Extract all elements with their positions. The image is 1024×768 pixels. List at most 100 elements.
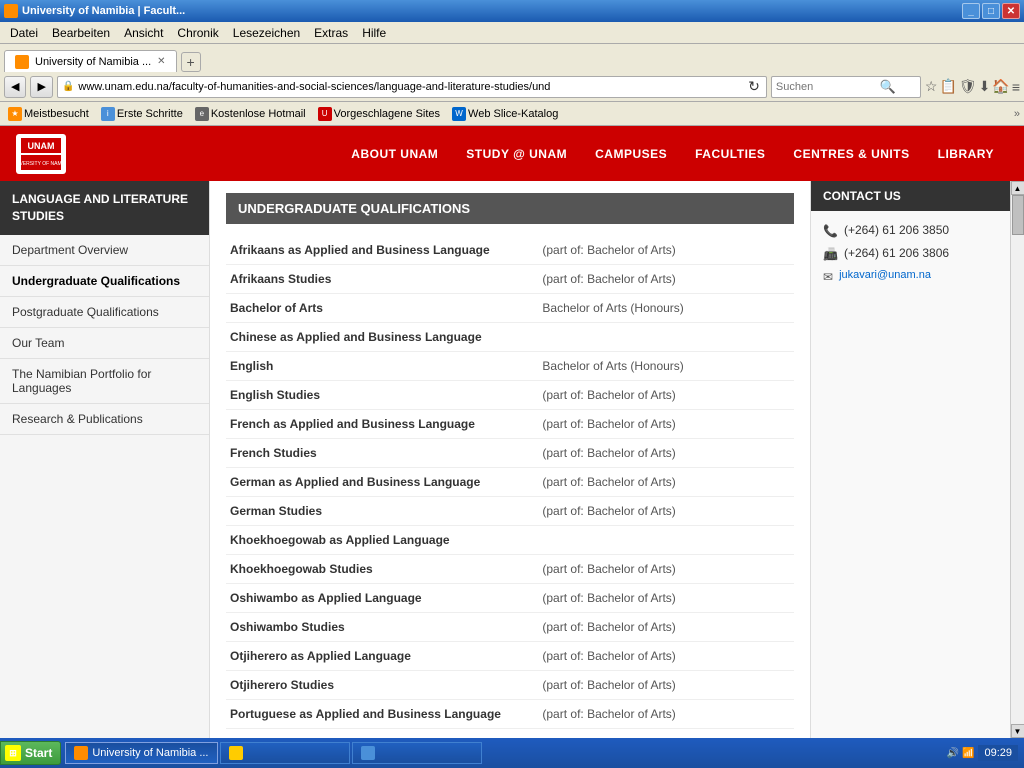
scroll-thumb[interactable]: [1012, 195, 1024, 235]
qual-name[interactable]: Afrikaans Studies: [226, 265, 538, 294]
start-button[interactable]: ⊞ Start: [0, 741, 61, 765]
menu-bearbeiten[interactable]: Bearbeiten: [46, 24, 116, 42]
qual-name[interactable]: Oshiwambo Studies: [226, 613, 538, 642]
menu-lesezeichen[interactable]: Lesezeichen: [227, 24, 306, 42]
qual-name[interactable]: Oshiwambo as Applied Language: [226, 584, 538, 613]
taskbar-item-folder[interactable]: [352, 742, 482, 764]
table-row: German as Applied and Business Language …: [226, 468, 794, 497]
minimize-button[interactable]: _: [962, 3, 980, 19]
nav-library[interactable]: LIBRARY: [924, 141, 1008, 167]
address-icon: 🔒: [62, 81, 74, 92]
back-button[interactable]: ◀: [4, 76, 26, 98]
unam-logo[interactable]: UNAM UNIVERSITY OF NAMIBIA: [16, 134, 66, 174]
menu-hilfe[interactable]: Hilfe: [356, 24, 392, 42]
sidebar-link-department[interactable]: Department Overview: [0, 235, 209, 265]
bookmark-webslice[interactable]: W Web Slice-Katalog: [448, 106, 562, 122]
qual-part: (part of: Bachelor of Arts): [538, 584, 794, 613]
maximize-button[interactable]: □: [982, 3, 1000, 19]
nav-study[interactable]: STUDY @ UNAM: [452, 141, 581, 167]
sidebar-item-undergrad: Undergraduate Qualifications: [0, 266, 209, 297]
nav-campuses[interactable]: CAMPUSES: [581, 141, 681, 167]
tab-active[interactable]: University of Namibia ... ✕: [4, 50, 177, 72]
contact-email-link[interactable]: jukavari@unam.na: [839, 269, 931, 281]
table-row: Portuguese as Applied and Business Langu…: [226, 700, 794, 729]
new-tab-button[interactable]: +: [181, 52, 201, 72]
qual-name[interactable]: Portuguese Studies: [226, 729, 538, 739]
qual-name[interactable]: Portuguese as Applied and Business Langu…: [226, 700, 538, 729]
contact-fax: (+264) 61 206 3806: [844, 246, 949, 260]
refresh-button[interactable]: ↻: [746, 76, 762, 97]
home-button[interactable]: 🏠: [992, 78, 1009, 95]
bookmark-manage-button[interactable]: 📋: [939, 78, 956, 95]
sidebar-link-postgrad[interactable]: Postgraduate Qualifications: [0, 297, 209, 327]
table-row: Otjiherero Studies (part of: Bachelor of…: [226, 671, 794, 700]
menu-ansicht[interactable]: Ansicht: [118, 24, 169, 42]
sidebar-link-portfolio[interactable]: The Namibian Portfolio for Languages: [0, 359, 209, 403]
qual-name[interactable]: Bachelor of Arts: [226, 294, 538, 323]
bookmark-erste-schritte[interactable]: i Erste Schritte: [97, 106, 187, 122]
taskbar-items: University of Namibia ...: [65, 742, 940, 764]
qual-part: Bachelor of Arts (Honours): [538, 294, 794, 323]
nav-about-unam[interactable]: ABOUT UNAM: [337, 141, 452, 167]
menu-chronik[interactable]: Chronik: [171, 24, 224, 42]
scroll-up-button[interactable]: ▲: [1011, 181, 1024, 195]
bookmark-vorgeschlagene[interactable]: U Vorgeschlagene Sites: [314, 106, 444, 122]
qual-name[interactable]: Khoekhoegowab as Applied Language: [226, 526, 538, 555]
qual-part: (part of: Bachelor of Arts): [538, 729, 794, 739]
qual-name[interactable]: German Studies: [226, 497, 538, 526]
address-bar-wrap: 🔒 ↻: [57, 76, 767, 98]
sidebar-item-portfolio: The Namibian Portfolio for Languages: [0, 359, 209, 404]
bookmark-meistbesucht[interactable]: ★ Meistbesucht: [4, 106, 93, 122]
menu-bar: Datei Bearbeiten Ansicht Chronik Lesezei…: [0, 22, 1024, 44]
forward-button[interactable]: ▶: [30, 76, 52, 98]
qual-name[interactable]: Chinese as Applied and Business Language: [226, 323, 538, 352]
sidebar-link-research[interactable]: Research & Publications: [0, 404, 209, 434]
scroll-track: [1011, 195, 1024, 724]
taskbar-item-browser[interactable]: University of Namibia ...: [65, 742, 217, 764]
qual-name[interactable]: French as Applied and Business Language: [226, 410, 538, 439]
sidebar-link-undergrad[interactable]: Undergraduate Qualifications: [0, 266, 209, 296]
taskbar-item-explorer[interactable]: [220, 742, 350, 764]
tab-favicon: [15, 55, 29, 69]
browser-icon: [4, 4, 18, 18]
close-button[interactable]: ✕: [1002, 3, 1020, 19]
qual-name[interactable]: English: [226, 352, 538, 381]
qual-part: (part of: Bachelor of Arts): [538, 439, 794, 468]
search-input[interactable]: [776, 81, 876, 93]
qual-name[interactable]: Otjiherero as Applied Language: [226, 642, 538, 671]
nav-centres-units[interactable]: CENTRES & UNITS: [779, 141, 923, 167]
qual-name[interactable]: English Studies: [226, 381, 538, 410]
table-row: French Studies (part of: Bachelor of Art…: [226, 439, 794, 468]
menu-button[interactable]: ≡: [1012, 78, 1020, 95]
tab-close-button[interactable]: ✕: [157, 56, 165, 67]
address-input[interactable]: [78, 81, 746, 93]
qual-name[interactable]: Khoekhoegowab Studies: [226, 555, 538, 584]
qual-part: [538, 526, 794, 555]
shield-button[interactable]: 🛡: [959, 78, 977, 95]
sidebar-item-department: Department Overview: [0, 235, 209, 266]
qual-part: (part of: Bachelor of Arts): [538, 381, 794, 410]
table-row: Afrikaans Studies (part of: Bachelor of …: [226, 265, 794, 294]
bookmarks-more[interactable]: »: [1014, 108, 1020, 120]
nav-faculties[interactable]: FACULTIES: [681, 141, 779, 167]
qual-name[interactable]: Otjiherero Studies: [226, 671, 538, 700]
table-row: Khoekhoegowab as Applied Language: [226, 526, 794, 555]
bookmarks-bar: ★ Meistbesucht i Erste Schritte e Kosten…: [0, 102, 1024, 126]
contact-phone: (+264) 61 206 3850: [844, 223, 949, 237]
qual-part: (part of: Bachelor of Arts): [538, 497, 794, 526]
menu-extras[interactable]: Extras: [308, 24, 354, 42]
qual-name[interactable]: French Studies: [226, 439, 538, 468]
qual-name[interactable]: German as Applied and Business Language: [226, 468, 538, 497]
menu-datei[interactable]: Datei: [4, 24, 44, 42]
bookmark-star-button[interactable]: ☆: [925, 78, 938, 95]
nav-toolbar: ◀ ▶ 🔒 ↻ 🔍 ☆ 📋 🛡 ⬇ 🏠 ≡: [0, 72, 1024, 102]
bookmark-hotmail[interactable]: e Kostenlose Hotmail: [191, 106, 310, 122]
scroll-down-button[interactable]: ▼: [1011, 724, 1024, 738]
title-bar-text: University of Namibia | Facult...: [4, 4, 185, 18]
download-button[interactable]: ⬇: [979, 78, 991, 95]
contact-phone-item: 📞 (+264) 61 206 3850: [823, 223, 998, 238]
contact-email-item: ✉ jukavari@unam.na: [823, 269, 998, 284]
sidebar-link-team[interactable]: Our Team: [0, 328, 209, 358]
search-bar-wrap: 🔍: [771, 76, 921, 98]
qual-name[interactable]: Afrikaans as Applied and Business Langua…: [226, 236, 538, 265]
